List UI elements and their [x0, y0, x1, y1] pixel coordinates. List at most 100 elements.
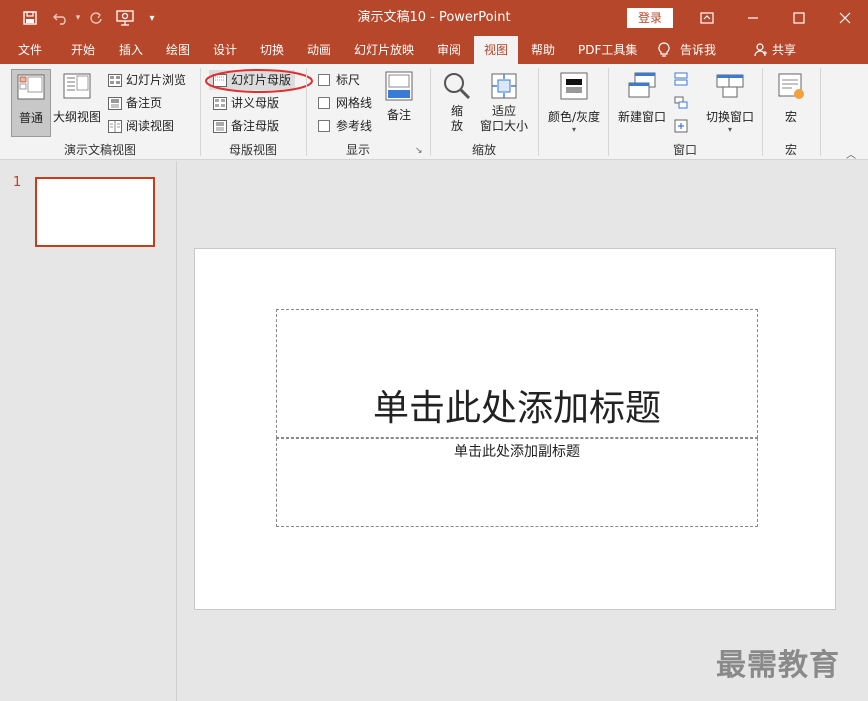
collapse-ribbon-icon[interactable]: ︿	[846, 146, 856, 161]
save-icon[interactable]	[18, 0, 42, 36]
title-bar: ▾ ▾ 演示文稿10 - PowerPoint 登录	[0, 0, 868, 36]
zoom-button[interactable]: 缩 放	[438, 69, 476, 137]
zoom-label-line2: 放	[450, 119, 463, 133]
tab-review[interactable]: 审阅	[437, 36, 461, 64]
move-split-icon[interactable]	[674, 119, 688, 136]
guides-checkbox-box[interactable]	[318, 120, 330, 132]
cascade-icon[interactable]	[674, 96, 688, 113]
tab-insert[interactable]: 插入	[119, 36, 143, 64]
minimize-icon[interactable]	[730, 0, 776, 36]
notes-label: 备注	[386, 108, 411, 122]
subtitle-placeholder[interactable]: 单击此处添加副标题	[276, 438, 758, 527]
ruler-label: 标尺	[336, 73, 361, 87]
title-placeholder[interactable]: 单击此处添加标题	[276, 309, 758, 438]
slide-sorter-button[interactable]: 幻灯片浏览	[108, 70, 186, 90]
notes-page-button[interactable]: 备注页	[108, 93, 162, 113]
notes-master-icon	[213, 119, 227, 133]
reading-view-icon	[108, 119, 122, 133]
group-label-master-views: 母版视图	[228, 143, 277, 157]
new-window-button[interactable]: 新建窗口	[614, 69, 670, 137]
new-window-label: 新建窗口	[617, 110, 666, 124]
person-icon	[754, 43, 767, 57]
title-placeholder-text: 单击此处添加标题	[372, 388, 661, 429]
outline-view-label: 大纲视图	[52, 110, 101, 124]
tab-view[interactable]: 视图	[474, 36, 518, 64]
group-divider	[430, 68, 431, 156]
switch-windows-button[interactable]: 切换窗口 ▾	[698, 69, 762, 137]
tab-animations[interactable]: 动画	[307, 36, 331, 64]
normal-view-label: 普通	[18, 111, 43, 125]
ruler-checkbox[interactable]: 标尺	[318, 70, 360, 90]
notes-master-label: 备注母版	[231, 119, 280, 133]
normal-view-icon	[17, 74, 45, 100]
group-label-macros: 宏	[784, 143, 797, 157]
group-divider	[820, 68, 821, 156]
share-label: 共享	[772, 43, 797, 57]
show-dialog-launcher-icon[interactable]: ↘	[415, 146, 423, 156]
ribbon-display-options-icon[interactable]	[684, 0, 730, 36]
group-divider	[608, 68, 609, 156]
notes-icon	[385, 71, 413, 101]
switch-windows-dropdown-icon: ▾	[727, 125, 732, 134]
tab-draw[interactable]: 绘图	[166, 36, 190, 64]
color-grayscale-dropdown-icon: ▾	[571, 125, 576, 134]
redo-icon[interactable]	[86, 0, 106, 36]
reading-view-button[interactable]: 阅读视图	[108, 116, 174, 136]
slide-sorter-label: 幻灯片浏览	[126, 73, 187, 87]
magnifier-icon	[444, 73, 471, 100]
color-grayscale-button[interactable]: 颜色/灰度 ▾	[542, 69, 606, 137]
fit-to-window-button[interactable]: 适应 窗口大小	[478, 69, 530, 137]
outline-view-icon	[63, 73, 91, 99]
notes-page-label: 备注页	[126, 96, 163, 110]
fit-label-line2: 窗口大小	[479, 119, 528, 133]
group-divider	[306, 68, 307, 156]
close-icon[interactable]	[822, 0, 868, 36]
slide-number: 1	[13, 175, 22, 190]
tab-file[interactable]: 文件	[18, 36, 42, 64]
tab-slide-show[interactable]: 幻灯片放映	[354, 36, 414, 64]
group-divider	[538, 68, 539, 156]
outline-view-button[interactable]: 大纲视图	[52, 69, 102, 137]
present-from-start-icon[interactable]	[114, 0, 136, 36]
slide-thumbnail[interactable]	[35, 177, 155, 247]
tab-home[interactable]: 开始	[71, 36, 95, 64]
ribbon-view: 普通 大纲视图 幻灯片浏览 备注页 阅读视图 演示文稿视图 幻灯片母版 讲义母版…	[0, 64, 868, 161]
macros-button[interactable]: 宏	[770, 69, 812, 137]
tab-help[interactable]: 帮助	[531, 36, 555, 64]
slide-canvas: 单击此处添加标题 单击此处添加副标题	[194, 248, 836, 610]
color-grayscale-label: 颜色/灰度	[547, 110, 601, 124]
group-label-presentation-views: 演示文稿视图	[63, 143, 136, 157]
tab-pdf-tools[interactable]: PDF工具集	[578, 36, 637, 64]
fit-label-line1: 适应	[491, 104, 516, 118]
lightbulb-icon	[658, 42, 670, 57]
slide-sorter-icon	[108, 73, 122, 87]
notes-button[interactable]: 备注	[380, 69, 418, 137]
group-divider	[762, 68, 763, 156]
zoom-label-line1: 缩	[450, 104, 463, 118]
login-button[interactable]: 登录	[627, 8, 673, 28]
tell-me-label: 告诉我	[680, 43, 717, 57]
handout-master-button[interactable]: 讲义母版	[213, 93, 279, 113]
undo-icon[interactable]	[50, 0, 72, 36]
tab-design[interactable]: 设计	[213, 36, 237, 64]
gridlines-checkbox[interactable]: 网格线	[318, 93, 372, 113]
group-label-window: 窗口	[672, 143, 697, 157]
ruler-checkbox-box[interactable]	[318, 74, 330, 86]
tab-transitions[interactable]: 切换	[260, 36, 284, 64]
switch-windows-icon	[716, 74, 744, 98]
notes-page-icon	[108, 96, 122, 110]
guides-checkbox[interactable]: 参考线	[318, 116, 372, 136]
gridlines-checkbox-box[interactable]	[318, 97, 330, 109]
fit-to-window-icon	[491, 73, 517, 99]
notes-master-button[interactable]: 备注母版	[213, 116, 279, 136]
new-window-icon	[628, 72, 656, 98]
customize-quick-access-icon[interactable]: ▾	[146, 0, 158, 36]
handout-master-label: 讲义母版	[231, 96, 280, 110]
arrange-all-icon[interactable]	[674, 72, 688, 89]
normal-view-button[interactable]: 普通	[11, 69, 51, 137]
handout-master-icon	[213, 96, 227, 110]
tell-me-search[interactable]: 告诉我	[658, 36, 716, 64]
undo-dropdown-icon[interactable]: ▾	[72, 0, 84, 36]
share-button[interactable]: 共享	[754, 36, 796, 64]
maximize-icon[interactable]	[776, 0, 822, 36]
